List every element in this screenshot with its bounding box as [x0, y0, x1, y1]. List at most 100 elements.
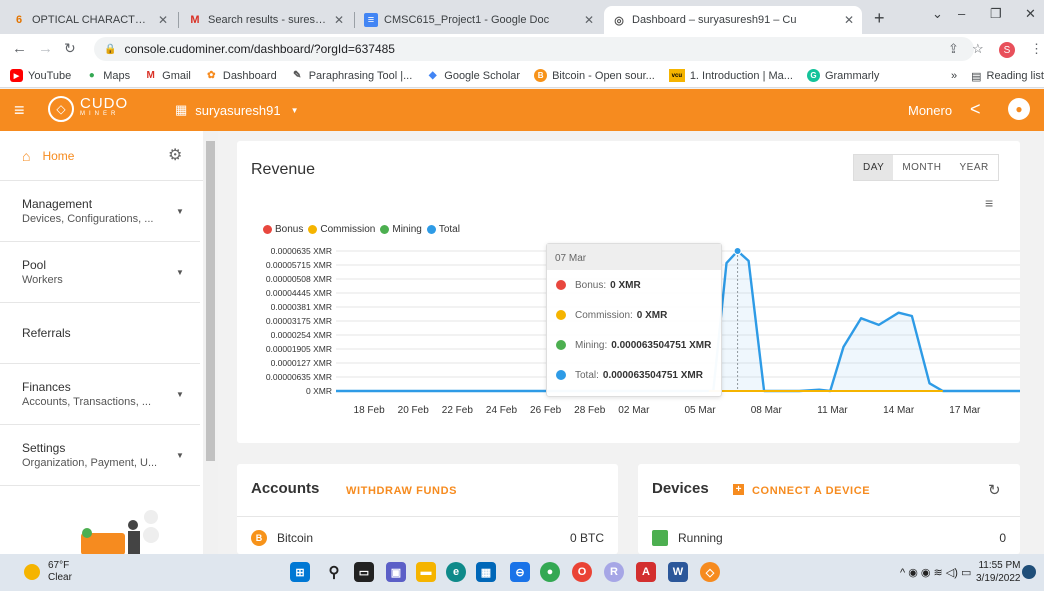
youtube-icon: ▶: [10, 69, 23, 82]
weather-widget[interactable]: 67°F Clear: [24, 560, 72, 584]
chevron-down-icon: ▼: [176, 207, 184, 216]
restore-button[interactable]: ❐: [990, 6, 1002, 22]
profile-avatar[interactable]: S: [999, 42, 1015, 58]
close-icon[interactable]: ✕: [334, 13, 344, 27]
cudo-flower-icon: ✿: [207, 70, 216, 81]
gear-icon[interactable]: ⚙: [168, 145, 182, 165]
account-icon[interactable]: ●: [1008, 98, 1030, 120]
bookmark-gmail[interactable]: M Gmail: [144, 69, 190, 82]
x-tick-label: 24 Feb: [486, 405, 518, 416]
sidebar-scrollbar[interactable]: [203, 131, 218, 554]
notification-icon[interactable]: [1022, 565, 1036, 579]
r-app-icon[interactable]: R: [604, 562, 624, 582]
bookmark-maps[interactable]: ● Maps: [85, 69, 130, 82]
bookmark-grammarly[interactable]: G Grammarly: [806, 69, 879, 82]
device-status-label: Running: [678, 531, 723, 545]
sidebar-item-referrals[interactable]: Referrals: [0, 303, 200, 364]
org-selector[interactable]: ▦ suryasuresh91 ▼: [175, 102, 299, 118]
y-tick-label: 0.00000508 XMR: [266, 274, 332, 284]
sidebar-item-label: Management: [22, 197, 93, 211]
sidebar-item-management[interactable]: Management Devices, Configurations, ... …: [0, 181, 200, 242]
teams-chat-icon[interactable]: ▣: [386, 562, 406, 582]
opera-icon[interactable]: O: [572, 562, 592, 582]
bookmark-scholar[interactable]: ◆ Google Scholar: [426, 69, 520, 82]
tab-search-icon[interactable]: ⌄: [932, 6, 943, 22]
forward-icon[interactable]: →: [38, 40, 53, 57]
sidebar-item-sublabel: Devices, Configurations, ...: [22, 213, 154, 225]
windows-start-icon[interactable]: ⊞: [290, 562, 310, 582]
x-tick-label: 05 Mar: [685, 405, 717, 416]
sidebar-item-settings[interactable]: Settings Organization, Payment, U... ▼: [0, 425, 200, 486]
tooltip-row-mining: Mining: 0.000063504751 XMR: [547, 330, 721, 360]
tab-google-doc[interactable]: ≡ CMSC615_Project1 - Google Doc ✕: [356, 6, 602, 34]
reading-list-icon: ▤: [971, 70, 982, 83]
share-page-icon[interactable]: ⇪: [948, 41, 959, 57]
close-icon[interactable]: ✕: [584, 13, 594, 27]
taskbar-clock[interactable]: 11:55 PM 3/19/2022: [976, 559, 1021, 585]
browser-tab-strip: 6 OPTICAL CHARACTER RECOGNIT ✕ M Search …: [0, 0, 1044, 34]
task-view-icon[interactable]: ▭: [354, 562, 374, 582]
reload-icon[interactable]: ↻: [64, 40, 76, 57]
acrobat-icon[interactable]: A: [636, 562, 656, 582]
window-close-button[interactable]: ✕: [1025, 6, 1036, 22]
more-menu-icon[interactable]: ⋮: [1030, 41, 1043, 57]
refresh-icon[interactable]: ↻: [988, 481, 1001, 499]
y-tick-label: 0.00005715 XMR: [266, 260, 332, 270]
minimize-button[interactable]: –: [958, 6, 965, 21]
reading-list-button[interactable]: Reading list: [987, 70, 1044, 82]
cudo-miner-logo[interactable]: ◇ CUDO MINER: [48, 96, 128, 122]
tab-dashboard[interactable]: ◎ Dashboard – suryasuresh91 – Cu ✕: [604, 6, 862, 34]
edge-icon[interactable]: e: [446, 562, 466, 582]
sidebar-item-home[interactable]: ⌂ Home ⚙: [0, 131, 218, 181]
windows-taskbar: 67°F Clear ⊞ ⚲ ▭ ▣ ▬ e ▦ ⊖ ● O R A W ◇ ^…: [0, 554, 1044, 591]
y-tick-label: 0 XMR: [306, 386, 332, 396]
maps-pin-icon: ●: [88, 70, 95, 81]
sidebar-item-pool[interactable]: Pool Workers ▼: [0, 242, 200, 303]
cudo-taskbar-icon[interactable]: ◇: [700, 562, 720, 582]
orange-6-icon: 6: [15, 14, 23, 26]
file-explorer-icon[interactable]: ▬: [416, 562, 436, 582]
tab-ocr[interactable]: 6 OPTICAL CHARACTER RECOGNIT ✕: [4, 6, 176, 34]
close-icon[interactable]: ✕: [844, 13, 854, 27]
bookmark-dashboard[interactable]: ✿ Dashboard: [205, 69, 277, 82]
sidebar-item-finances[interactable]: Finances Accounts, Transactions, ... ▼: [0, 364, 200, 425]
accounts-card: Accounts WITHDRAW FUNDS B Bitcoin 0 BTC: [237, 464, 618, 554]
chrome-icon[interactable]: ●: [540, 562, 560, 582]
hamburger-menu-icon[interactable]: ≡: [14, 100, 25, 121]
accounts-title: Accounts: [251, 480, 320, 497]
new-tab-button[interactable]: +: [874, 8, 885, 29]
search-icon[interactable]: ⚲: [324, 562, 344, 582]
photos-icon[interactable]: ⊖: [510, 562, 530, 582]
weather-temp: 67°F: [48, 560, 70, 571]
tab-gmail[interactable]: M Search results - sureshs5@vcu.ed ✕: [180, 6, 352, 34]
grammarly-icon: G: [806, 69, 820, 82]
word-icon[interactable]: W: [668, 562, 688, 582]
bookmark-bitcoin[interactable]: B Bitcoin - Open sour...: [534, 69, 655, 82]
plus-box-icon: +: [733, 484, 744, 495]
connect-device-button[interactable]: CONNECT A DEVICE: [752, 485, 870, 497]
moon-icon: [24, 564, 40, 580]
close-icon[interactable]: ✕: [158, 13, 168, 27]
bookmark-youtube[interactable]: ▶ YouTube: [10, 69, 71, 82]
back-icon[interactable]: ←: [12, 40, 27, 57]
scrollbar-thumb[interactable]: [206, 141, 215, 461]
store-icon[interactable]: ▦: [476, 562, 496, 582]
tooltip-row-total: Total: 0.000063504751 XMR: [547, 360, 721, 390]
gmail-icon: M: [146, 70, 155, 81]
bookmark-introduction[interactable]: vcu 1. Introduction | Ma...: [668, 69, 793, 82]
url-bar[interactable]: 🔒 console.cudominer.com/dashboard/?orgId…: [94, 37, 974, 61]
bitcoin-icon: B: [251, 530, 267, 546]
device-row-running[interactable]: Running 0: [652, 530, 1006, 546]
system-tray-icons[interactable]: ^ ◉ ◉ ≋ ◁) ▭: [900, 566, 971, 579]
bookmark-paraphrasing[interactable]: ✎ Paraphrasing Tool |...: [291, 69, 412, 82]
tab-title: CMSC615_Project1 - Google Doc: [384, 14, 550, 26]
bookmark-star-icon[interactable]: ☆: [972, 41, 984, 57]
share-icon[interactable]: <: [970, 99, 981, 120]
withdraw-funds-button[interactable]: WITHDRAW FUNDS: [346, 485, 457, 497]
sidebar-illustration: [81, 510, 159, 555]
app-header: ≡ ◇ CUDO MINER ▦ suryasuresh91 ▼ Monero …: [0, 89, 1044, 131]
account-row-bitcoin[interactable]: B Bitcoin 0 BTC: [251, 530, 604, 546]
more-bookmarks-button[interactable]: »: [951, 70, 957, 82]
currency-selector[interactable]: Monero: [908, 103, 952, 118]
sidebar-item-label: Finances: [22, 380, 71, 394]
